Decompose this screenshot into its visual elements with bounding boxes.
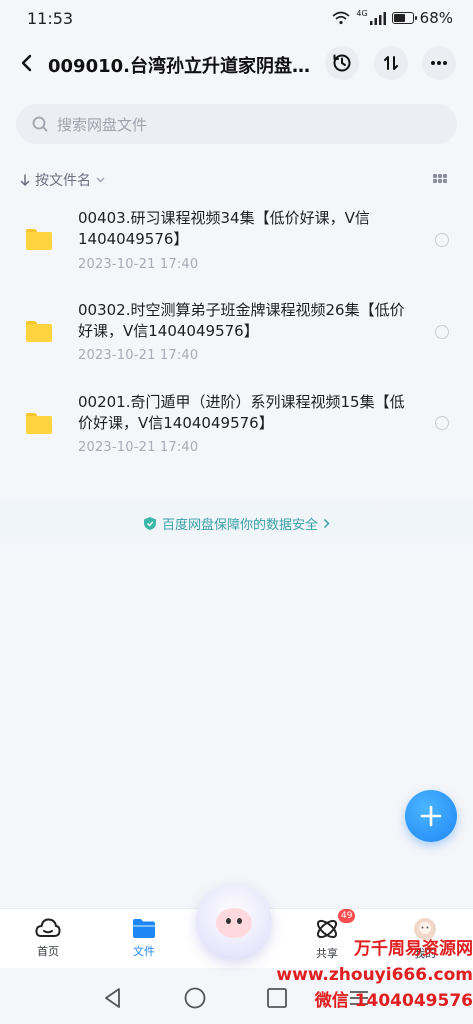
tab-mine[interactable]: 我的 [385, 909, 465, 969]
header: 009010.台湾孙立升道家阴盘... [0, 40, 473, 88]
back-arrow-icon [21, 54, 32, 72]
file-date: 2023-10-21 17:40 [78, 257, 199, 272]
wifi-icon [332, 11, 350, 25]
battery-icon [391, 12, 417, 24]
battery-level [393, 14, 406, 22]
file-name: 00403.研习课程视频34集【低价好课，V信1404049576】 [78, 209, 370, 248]
tab-home[interactable]: 首页 [8, 909, 88, 969]
select-radio[interactable] [435, 233, 449, 247]
mascot-face-icon [216, 908, 252, 938]
file-name: 00302.时空测算弟子班金牌课程视频26集【低价好课，V信1404049576… [78, 301, 405, 340]
folder-icon [26, 321, 52, 342]
back-button[interactable] [14, 50, 40, 76]
battery-percent: 68% [419, 9, 453, 27]
file-item[interactable]: 00403.研习课程视频34集【低价好课，V信1404049576】 2023-… [0, 202, 473, 292]
mascot-button[interactable] [196, 884, 272, 960]
add-button[interactable] [405, 790, 457, 842]
safety-banner[interactable]: 百度网盘保障你的数据安全 [0, 490, 473, 556]
sort-selector[interactable]: 按文件名 [20, 170, 105, 190]
nav-menu-icon[interactable] [347, 986, 371, 1010]
avatar-icon [414, 918, 436, 940]
select-radio[interactable] [435, 325, 449, 339]
safety-text: 百度网盘保障你的数据安全 [161, 517, 318, 533]
tab-label: 文件 [133, 945, 155, 958]
share-badge: 49 [338, 909, 356, 923]
signal-icon [369, 11, 386, 25]
tab-label: 首页 [37, 945, 59, 958]
file-date: 2023-10-21 17:40 [78, 348, 199, 363]
nav-home-icon[interactable] [183, 986, 207, 1010]
nav-recent-icon[interactable] [265, 986, 289, 1010]
status-bar: 11:53 4G 68% [0, 0, 473, 36]
sort-label: 按文件名 [35, 173, 91, 189]
plus-icon [420, 805, 442, 827]
select-radio[interactable] [435, 416, 449, 430]
search-input[interactable]: 搜索网盘文件 [16, 104, 457, 144]
sort-bar: 按文件名 [0, 168, 473, 192]
tab-label: 共享 [316, 947, 338, 960]
file-date: 2023-10-21 17:40 [78, 440, 199, 455]
sort-down-arrow-icon [20, 173, 30, 186]
status-time: 11:53 [27, 8, 74, 28]
search-placeholder: 搜索网盘文件 [57, 115, 148, 134]
system-nav-bar [0, 972, 473, 1024]
grid-view-icon[interactable] [433, 174, 447, 185]
tab-share[interactable]: 共享 [287, 909, 367, 969]
tab-label: 我的 [414, 947, 436, 960]
sort-arrows-icon [384, 56, 398, 70]
tab-files[interactable]: 文件 [104, 909, 184, 969]
more-button[interactable] [422, 46, 456, 80]
history-icon [333, 54, 351, 72]
search-icon [32, 116, 48, 132]
file-name: 00201.奇门遁甲（进阶）系列课程视频15集【低价好课，V信140404957… [78, 393, 405, 432]
chevron-right-icon [323, 518, 330, 528]
history-button[interactable] [325, 46, 359, 80]
folder-icon [26, 413, 52, 434]
share-orbit-icon [316, 919, 338, 939]
shield-icon [143, 516, 156, 530]
sort-button[interactable] [374, 46, 408, 80]
status-indicators: 4G 68% [332, 9, 453, 27]
home-cloud-icon [35, 918, 61, 937]
page-title: 009010.台湾孙立升道家阴盘... [48, 56, 312, 77]
chevron-down-icon [96, 177, 105, 183]
folder-tab-icon [133, 919, 155, 938]
file-item[interactable]: 00302.时空测算弟子班金牌课程视频26集【低价好课，V信1404049576… [0, 293, 473, 383]
file-item[interactable]: 00201.奇门遁甲（进阶）系列课程视频15集【低价好课，V信140404957… [0, 385, 473, 475]
folder-icon [26, 229, 52, 250]
network-type-label: 4G [356, 9, 368, 18]
nav-back-icon[interactable] [101, 986, 125, 1010]
more-icon [431, 61, 447, 65]
